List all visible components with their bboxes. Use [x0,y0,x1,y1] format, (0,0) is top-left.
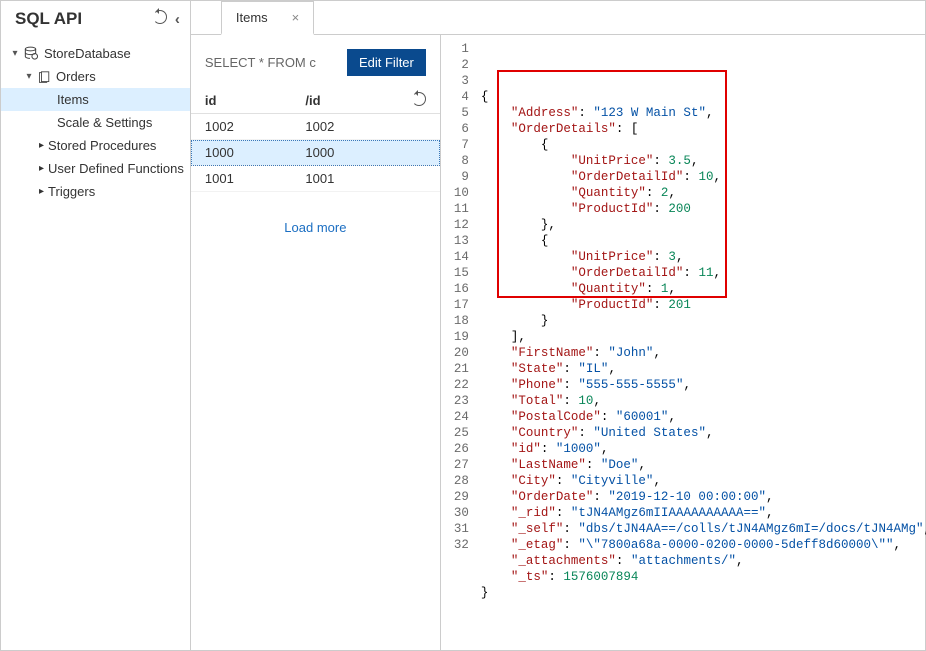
chevron-down-icon[interactable]: ▾ [23,71,35,82]
database-icon [23,45,38,61]
sidebar-item-scale-settings[interactable]: Scale & Settings [1,111,190,134]
grid-cell: 1000 [205,145,306,160]
close-icon[interactable]: × [292,10,300,25]
edit-filter-button[interactable]: Edit Filter [347,49,426,76]
items-pane: SELECT * FROM c Edit Filter id /id 10021… [191,35,441,650]
sidebar-title: SQL API [15,9,82,29]
grid-cell: 1001 [205,171,306,186]
grid-cell: 1002 [305,119,406,134]
sidebar: SQL API ‹ ▾ StoreDatabase ▾ Orders [1,1,191,650]
collection-node[interactable]: ▾ Orders [1,65,190,88]
grid-cell: 1001 [305,171,406,186]
code-area[interactable]: { "Address": "123 W Main St", "OrderDeta… [477,35,926,650]
sidebar-item-items[interactable]: Items [1,88,190,111]
main-area: Items × SELECT * FROM c Edit Filter id /… [191,1,926,650]
chevron-right-icon[interactable]: ▸ [39,186,44,197]
sidebar-item-label: Scale & Settings [57,115,152,130]
tab-items[interactable]: Items × [221,1,314,35]
items-grid-body: 100210021000100010011001 [191,114,440,192]
sidebar-item-stored-procedures[interactable]: ▸ Stored Procedures [1,134,190,157]
resource-tree: ▾ StoreDatabase ▾ Orders Items Scale & Se… [1,37,190,650]
json-editor[interactable]: 1234567891011121314151617181920212223242… [441,35,926,650]
column-id[interactable]: id [205,93,306,108]
grid-cell: 1000 [305,145,406,160]
grid-row[interactable]: 10011001 [191,166,440,192]
load-more-link[interactable]: Load more [191,192,440,263]
sidebar-item-label: Items [57,92,89,107]
refresh-icon[interactable] [153,9,167,29]
grid-row[interactable]: 10001000 [191,140,440,166]
refresh-icon[interactable] [406,92,426,109]
tab-label: Items [236,10,268,25]
grid-row[interactable]: 10021002 [191,114,440,140]
sidebar-header: SQL API ‹ [1,1,190,37]
tab-bar: Items × [191,1,926,35]
collapse-icon[interactable]: ‹ [175,11,180,28]
chevron-right-icon[interactable]: ▸ [39,140,44,151]
sidebar-item-label: User Defined Functions [48,161,184,176]
chevron-down-icon[interactable]: ▾ [9,48,21,59]
items-grid-header: id /id [191,88,440,114]
chevron-right-icon[interactable]: ▸ [39,163,44,174]
sidebar-item-user-defined-functions[interactable]: ▸ User Defined Functions [1,157,190,180]
sidebar-item-triggers[interactable]: ▸ Triggers [1,180,190,203]
collection-label: Orders [56,69,96,84]
sidebar-item-label: Stored Procedures [48,138,156,153]
grid-cell: 1002 [205,119,306,134]
database-node[interactable]: ▾ StoreDatabase [1,41,190,65]
column-partition[interactable]: /id [305,93,406,108]
line-gutter: 1234567891011121314151617181920212223242… [441,35,477,650]
database-label: StoreDatabase [44,46,131,61]
sidebar-item-label: Triggers [48,184,95,199]
collection-icon [37,69,50,84]
query-text: SELECT * FROM c [205,55,337,70]
